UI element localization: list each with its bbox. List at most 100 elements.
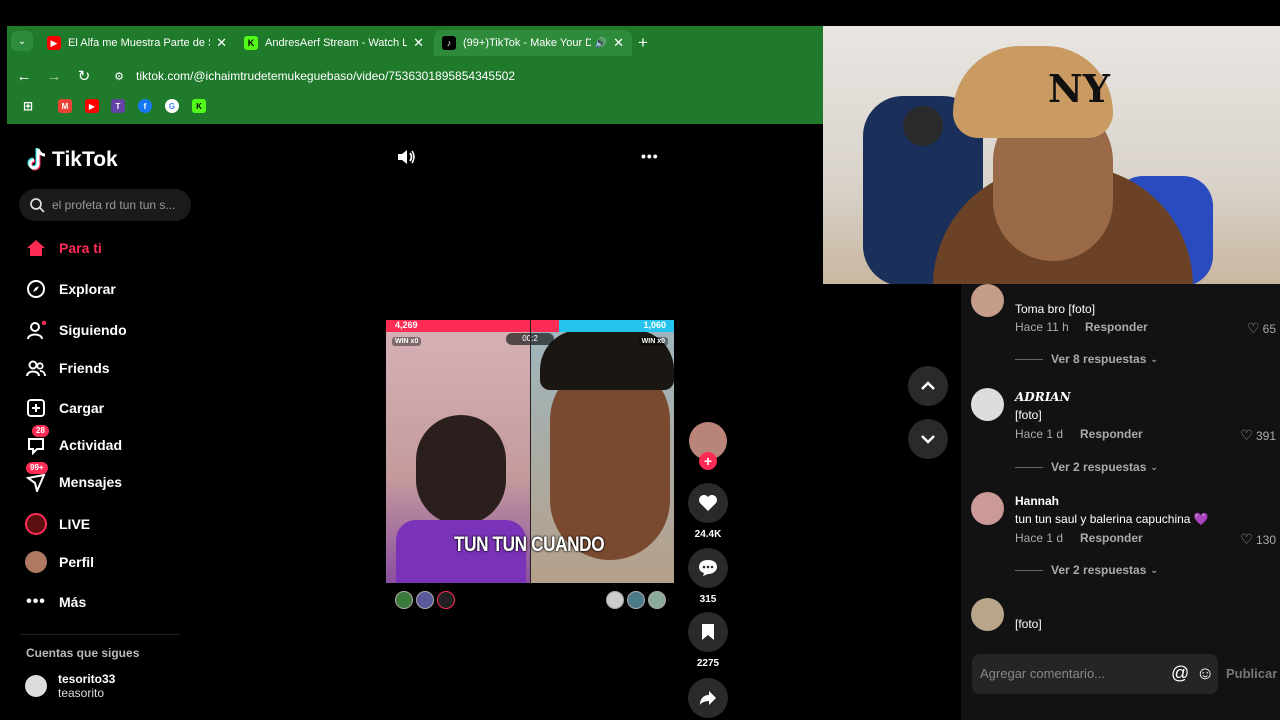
right-gifters — [606, 591, 666, 609]
youtube-icon: ▶ — [47, 36, 61, 50]
replies-line — [1015, 358, 1043, 360]
gifter-avatar — [627, 591, 645, 609]
search-icon — [30, 198, 45, 213]
view-replies[interactable]: Ver 2 respuestas ⌄ — [1015, 460, 1158, 474]
tab-kick[interactable]: K AndresAerf Stream - Watch Live ✕ — [236, 30, 432, 56]
speaker-icon[interactable]: 🔊 — [595, 38, 607, 49]
post-comment-button[interactable]: Publicar — [1226, 666, 1277, 681]
comment-time: Hace 1 d — [1015, 531, 1064, 545]
view-replies[interactable]: Ver 8 respuestas ⌄ — [1015, 352, 1158, 366]
person-right — [550, 360, 670, 560]
nav-actividad[interactable]: 28 Actividad — [26, 425, 122, 455]
gifter-avatar — [606, 591, 624, 609]
more-options-icon[interactable]: ••• — [641, 148, 659, 164]
new-tab-icon[interactable]: + — [633, 31, 653, 55]
save-button[interactable]: 2275 — [688, 612, 728, 669]
nav-cargar[interactable]: Cargar — [26, 398, 104, 418]
tab-search-chevron-icon[interactable]: ⌄ — [11, 31, 33, 51]
like-count: 391 — [1255, 428, 1276, 443]
comment-author[interactable]: Hannah — [1015, 494, 1059, 508]
like-count: 130 — [1255, 532, 1276, 547]
mention-icon[interactable]: @ — [1171, 663, 1189, 684]
reload-icon[interactable]: ↻ — [74, 64, 94, 88]
nav-perfil[interactable]: Perfil — [25, 551, 95, 573]
nav-mensajes[interactable]: 99+ Mensajes — [26, 462, 123, 492]
creator-avatar[interactable]: + — [688, 422, 728, 470]
close-tab-icon[interactable]: ✕ — [216, 35, 227, 51]
following-header: Cuentas que sigues — [26, 646, 140, 660]
nav-live[interactable]: LIVE — [25, 513, 91, 535]
comment-count: 315 — [699, 594, 717, 605]
video-player[interactable]: 4,269 1,060 00:2 WIN x0 WIN x0 TUN TUN C… — [386, 320, 674, 583]
view-replies[interactable]: Ver 2 respuestas ⌄ — [1015, 563, 1158, 577]
comment-item: 𝑨𝑫𝑹𝑰𝑨𝑵 [foto] Hace 1 d Responder ♡ 391 Ve… — [971, 388, 1276, 478]
comment-like-button[interactable]: ♡ 65 — [1247, 320, 1276, 337]
tab-tiktok[interactable]: ♪ (99+)TikTok - Make Your Da 🔊 ✕ — [434, 30, 632, 56]
youtube-bookmark-icon[interactable]: ▶ — [85, 99, 99, 113]
comment-button[interactable]: 315 — [688, 548, 728, 605]
gifter-avatar — [437, 591, 455, 609]
apps-grid-icon[interactable]: ⊞ — [21, 99, 35, 113]
comment-item: Toma bro [foto] Hace 11 h Responder ♡ 65 … — [971, 284, 1276, 372]
reply-button[interactable]: Responder — [1080, 531, 1143, 545]
emoji-icon[interactable]: ☺ — [1196, 663, 1214, 684]
nav-para-ti[interactable]: Para ti — [26, 238, 102, 258]
avatar[interactable] — [971, 598, 1004, 631]
comment-like-button[interactable]: ♡ 130 — [1240, 531, 1276, 548]
twitch-icon[interactable]: T — [111, 99, 125, 113]
comment-like-button[interactable]: ♡ 391 — [1240, 427, 1276, 444]
avatar[interactable] — [971, 284, 1004, 317]
like-button[interactable]: 24.4K — [688, 483, 728, 540]
top-black-bar — [0, 0, 1280, 26]
tiktok-logo[interactable]: TikTok — [26, 148, 118, 172]
nav-label: LIVE — [59, 516, 91, 532]
chevron-down-icon: ⌄ — [1150, 461, 1158, 472]
messages-badge: 99+ — [26, 462, 48, 474]
home-icon — [26, 238, 46, 258]
nav-label: Mensajes — [59, 474, 123, 490]
kick-bookmark-icon[interactable]: K — [192, 99, 206, 113]
nav-friends[interactable]: Friends — [26, 358, 110, 378]
share-button[interactable] — [688, 678, 728, 720]
tab-youtube[interactable]: ▶ El Alfa me Muestra Parte de Su ✕ — [39, 30, 235, 56]
forward-icon[interactable]: → — [44, 64, 64, 88]
comment-input[interactable]: Agregar comentario... @ ☺ — [972, 654, 1218, 694]
webcam-overlay: NY — [823, 26, 1280, 284]
nav-label: Friends — [59, 360, 110, 376]
activity-badge: 28 — [32, 425, 49, 437]
tab-title: AndresAerf Stream - Watch Live — [265, 37, 408, 49]
back-icon[interactable]: ← — [14, 64, 34, 88]
nav-explorar[interactable]: Explorar — [26, 279, 116, 299]
nav-label: Perfil — [59, 554, 95, 570]
search-input[interactable]: el profeta rd tun tun s... — [19, 189, 191, 221]
google-icon[interactable]: G — [165, 99, 179, 113]
comment-placeholder: Agregar comentario... — [980, 666, 1106, 681]
nav-mas[interactable]: ••• Más — [26, 592, 86, 612]
close-tab-icon[interactable]: ✕ — [613, 35, 624, 51]
chevron-down-icon: ⌄ — [1150, 353, 1158, 364]
follow-plus-icon[interactable]: + — [699, 452, 717, 470]
close-tab-icon[interactable]: ✕ — [413, 35, 424, 51]
volume-icon[interactable] — [396, 149, 416, 170]
following-account[interactable]: tesorito33 teasorito — [25, 672, 185, 702]
avatar[interactable] — [971, 388, 1004, 421]
right-score: 1,060 — [643, 320, 666, 330]
chair-detail — [903, 106, 943, 146]
reply-button[interactable]: Responder — [1085, 320, 1148, 334]
tiktok-sidebar: TikTok el profeta rd tun tun s... Para t… — [0, 124, 200, 720]
heart-outline-icon: ♡ — [1240, 427, 1253, 443]
nav-siguiendo[interactable]: Siguiendo — [26, 320, 127, 340]
address-bar[interactable]: tiktok.com/@ichaimtrudetemukeguebaso/vid… — [136, 64, 848, 88]
next-video-button[interactable] — [908, 419, 948, 459]
previous-video-button[interactable] — [908, 366, 948, 406]
brand-name: TikTok — [52, 148, 118, 171]
facebook-icon[interactable]: f — [138, 99, 152, 113]
site-info-icon[interactable]: ⚙ — [109, 64, 129, 88]
chevron-down-icon: ⌄ — [1150, 564, 1158, 575]
gifter-avatar — [416, 591, 434, 609]
reply-button[interactable]: Responder — [1080, 427, 1143, 441]
comment-time: Hace 11 h — [1015, 320, 1069, 334]
avatar[interactable] — [971, 492, 1004, 525]
gmail-icon[interactable]: M — [58, 99, 72, 113]
comment-author[interactable]: 𝑨𝑫𝑹𝑰𝑨𝑵 — [1015, 390, 1071, 404]
